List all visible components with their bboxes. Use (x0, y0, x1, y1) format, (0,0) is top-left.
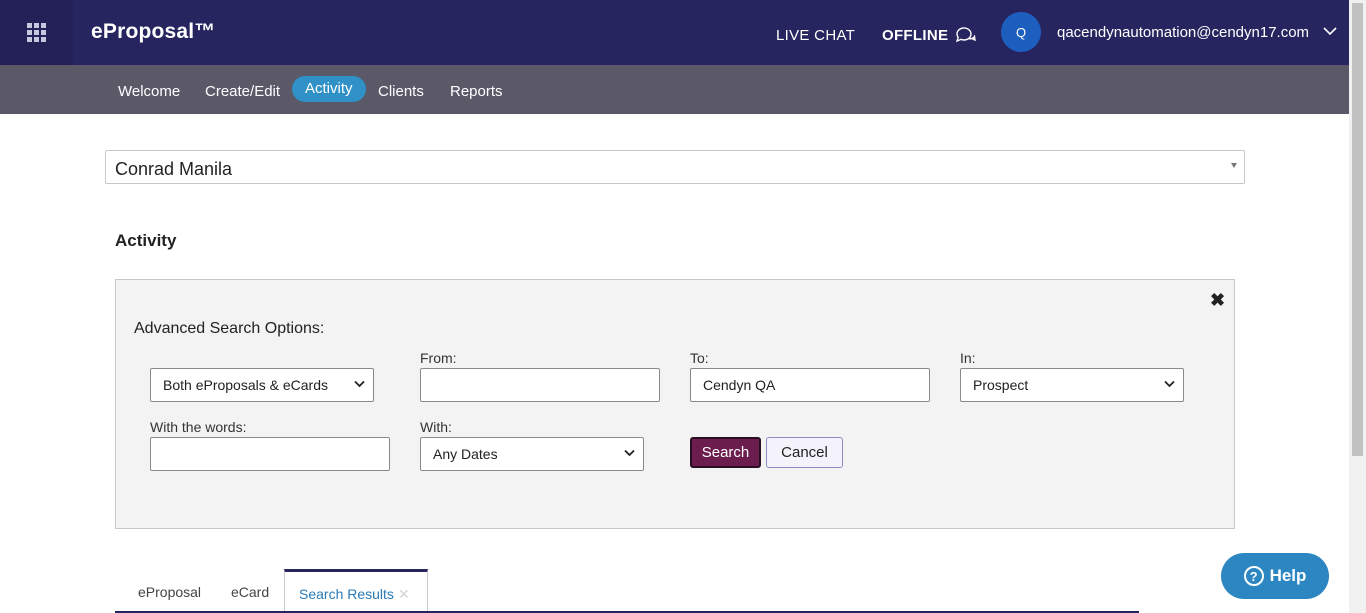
nav-item-reports[interactable]: Reports (437, 79, 516, 105)
chevron-down-icon (624, 449, 635, 457)
type-select[interactable]: Both eProposals & eCards (150, 368, 374, 402)
to-field[interactable]: Cendyn QA (690, 368, 930, 402)
from-label: From: (420, 350, 457, 366)
scrollbar-thumb[interactable] (1352, 3, 1363, 456)
type-select-value: Both eProposals & eCards (163, 377, 328, 393)
live-chat-link[interactable]: LIVE CHAT (776, 27, 855, 44)
close-icon[interactable]: ✖ (1210, 290, 1225, 311)
top-header: eProposal™ LIVE CHAT OFFLINE Q qacendyna… (0, 0, 1349, 65)
search-button[interactable]: Search (690, 437, 761, 468)
caret-down-icon (1231, 163, 1237, 168)
app-launcher-button[interactable] (0, 0, 73, 65)
chevron-down-icon (354, 380, 365, 388)
tab-search-results-label: Search Results (299, 586, 394, 602)
from-field[interactable] (420, 368, 660, 402)
with-select-value: Any Dates (433, 446, 498, 462)
close-icon[interactable]: ✕ (398, 586, 410, 602)
app-grid-icon (27, 23, 46, 42)
tab-eproposal[interactable]: eProposal (138, 584, 201, 600)
tab-ecard[interactable]: eCard (231, 584, 269, 600)
help-button[interactable]: ? Help (1221, 553, 1329, 599)
question-circle-icon: ? (1243, 566, 1264, 586)
in-select[interactable]: Prospect (960, 368, 1184, 402)
chevron-down-icon[interactable] (1323, 26, 1337, 36)
help-label: Help (1269, 566, 1307, 585)
chat-bubble-icon (956, 27, 977, 43)
property-select[interactable]: Conrad Manila (105, 150, 1245, 184)
offline-label: OFFLINE (882, 26, 949, 44)
in-select-value: Prospect (973, 377, 1029, 393)
offline-status[interactable]: OFFLINE (882, 26, 977, 44)
advanced-search-title: Advanced Search Options: (134, 320, 325, 337)
nav-item-welcome[interactable]: Welcome (105, 79, 193, 105)
app-brand: eProposal™ (91, 20, 216, 43)
tab-search-results[interactable]: Search Results ✕ (284, 569, 428, 613)
with-label: With: (420, 419, 452, 435)
cancel-button[interactable]: Cancel (766, 437, 843, 468)
nav-item-create-edit[interactable]: Create/Edit (192, 79, 293, 105)
in-label: In: (960, 350, 976, 366)
chevron-down-icon (1164, 380, 1175, 388)
with-select[interactable]: Any Dates (420, 437, 644, 471)
advanced-search-panel (115, 279, 1235, 529)
avatar[interactable]: Q (1001, 12, 1041, 52)
words-field[interactable] (150, 437, 390, 471)
to-label: To: (690, 350, 709, 366)
page-title: Activity (115, 231, 177, 250)
words-label: With the words: (150, 419, 247, 435)
property-select-value: Conrad Manila (115, 159, 233, 179)
nav-item-activity[interactable]: Activity (292, 76, 366, 102)
nav-item-clients[interactable]: Clients (365, 79, 437, 105)
user-email[interactable]: qacendynautomation@cendyn17.com (1057, 24, 1309, 41)
